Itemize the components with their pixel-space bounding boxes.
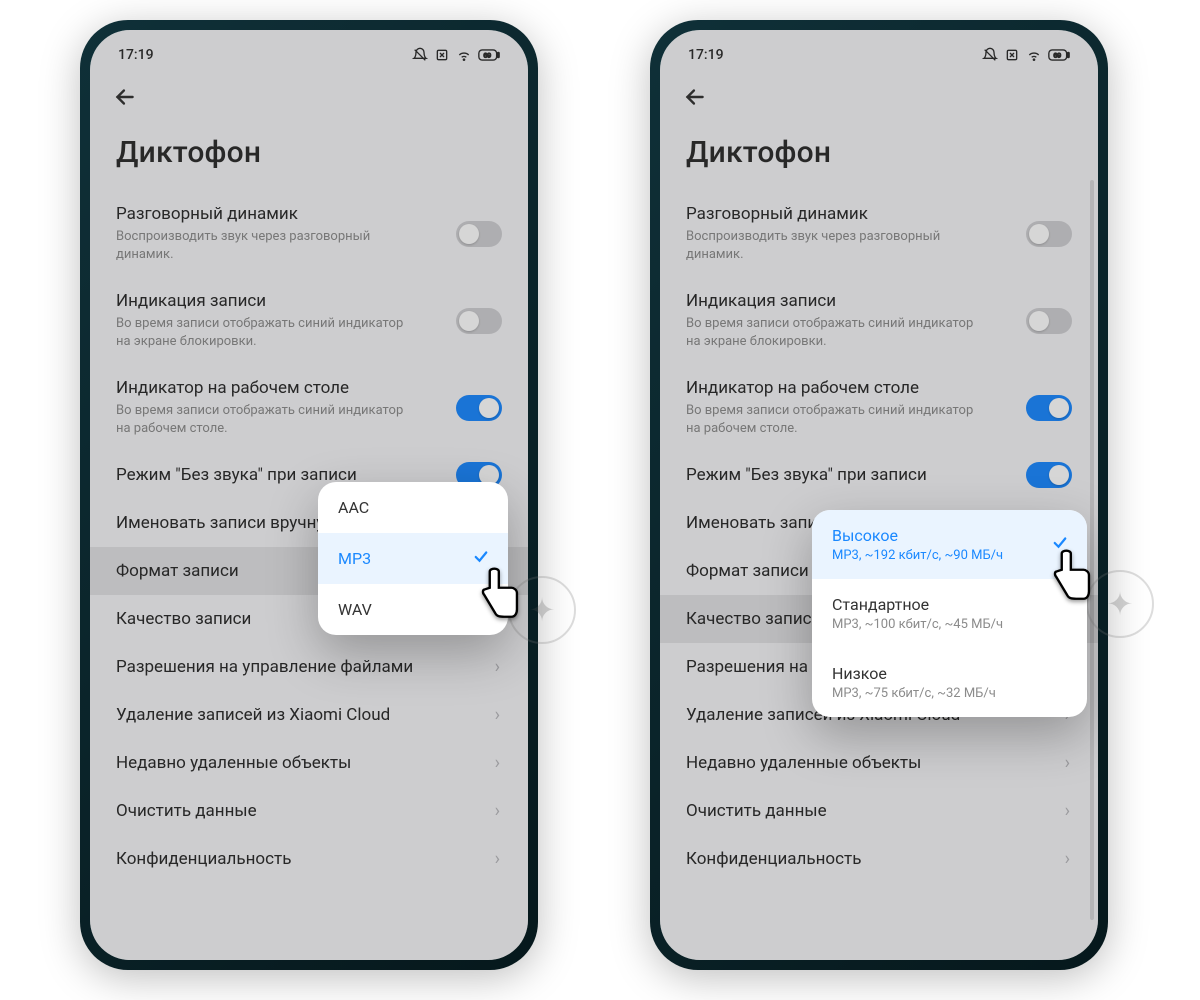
battery-icon: 69: [478, 48, 500, 62]
option-label: AAC: [338, 498, 369, 517]
option-sub: MP3, ~75 кбит/с, ~32 МБ/ч: [832, 686, 1067, 701]
row-home-indicator[interactable]: Индикатор на рабочем столе Во время запи…: [660, 364, 1098, 451]
status-time: 17:19: [688, 47, 724, 63]
chevron-right-icon: ›: [495, 657, 500, 678]
row-permissions[interactable]: Разрешения на управление файлами ›: [90, 643, 528, 691]
back-icon[interactable]: [682, 84, 708, 117]
row-label: Недавно удаленные объекты: [116, 753, 502, 773]
option-label: WAV: [338, 600, 372, 619]
option-label: Низкое: [832, 664, 1067, 683]
row-sub: Воспроизводить звук через разговорный ди…: [686, 228, 986, 263]
row-silent[interactable]: Режим "Без звука" при записи: [660, 451, 1098, 499]
toggle-off[interactable]: [1026, 221, 1072, 247]
phone-left: 17:19 69: [80, 20, 538, 970]
chevron-right-icon: ›: [1065, 849, 1070, 870]
row-sub: Во время записи отображать синий индикат…: [116, 402, 416, 437]
chevron-right-icon: ›: [1065, 753, 1070, 774]
row-clear-data[interactable]: Очистить данные ›: [660, 787, 1098, 835]
svg-text:69: 69: [1054, 53, 1062, 60]
rotate-lock-icon: [434, 47, 450, 63]
row-privacy[interactable]: Конфиденциальность ›: [660, 835, 1098, 883]
row-trash[interactable]: Недавно удаленные объекты ›: [90, 739, 528, 787]
chevron-right-icon: ›: [495, 753, 500, 774]
row-label: Индикация записи: [686, 291, 1072, 311]
rotate-lock-icon: [1004, 47, 1020, 63]
battery-icon: 69: [1048, 48, 1070, 62]
row-label: Разговорный динамик: [686, 204, 1072, 224]
row-sub: Во время записи отображать синий индикат…: [686, 402, 986, 437]
row-rec-indicator[interactable]: Индикация записи Во время записи отображ…: [90, 277, 528, 364]
format-option-aac[interactable]: AAC: [318, 482, 508, 533]
row-clear-data[interactable]: Очистить данные ›: [90, 787, 528, 835]
row-cloud-delete[interactable]: Удаление записей из Xiaomi Cloud ›: [90, 691, 528, 739]
chevron-right-icon: ›: [495, 801, 500, 822]
option-label: Стандартное: [832, 595, 1067, 614]
page-title: Диктофон: [660, 117, 1098, 190]
row-home-indicator[interactable]: Индикатор на рабочем столе Во время запи…: [90, 364, 528, 451]
row-rec-indicator[interactable]: Индикация записи Во время записи отображ…: [660, 277, 1098, 364]
chevron-right-icon: ›: [495, 849, 500, 870]
row-label: Индикатор на рабочем столе: [686, 378, 1072, 398]
wifi-icon: [456, 47, 472, 63]
row-sub: Во время записи отображать синий индикат…: [116, 315, 416, 350]
toggle-on[interactable]: [1026, 395, 1072, 421]
row-label: Индикация записи: [116, 291, 502, 311]
row-label: Конфиденциальность: [116, 849, 502, 869]
row-label: Разрешения на управление файлами: [116, 657, 502, 677]
row-label: Очистить данные: [116, 801, 502, 821]
back-area: [90, 70, 528, 117]
row-label: Удаление записей из Xiaomi Cloud: [116, 705, 502, 725]
row-earpiece[interactable]: Разговорный динамик Воспроизводить звук …: [90, 190, 528, 277]
dnd-icon: [412, 47, 428, 63]
quality-option-low[interactable]: Низкое MP3, ~75 кбит/с, ~32 МБ/ч: [812, 648, 1087, 717]
row-sub: Воспроизводить звук через разговорный ди…: [116, 228, 416, 263]
chevron-right-icon: ›: [495, 705, 500, 726]
row-label: Очистить данные: [686, 801, 1072, 821]
screen: 17:19 69: [90, 30, 528, 960]
row-label: Разговорный динамик: [116, 204, 502, 224]
row-label: Конфиденциальность: [686, 849, 1072, 869]
status-time: 17:19: [118, 47, 154, 63]
svg-text:69: 69: [484, 53, 492, 60]
back-icon[interactable]: [112, 84, 138, 117]
option-label: Высокое: [832, 526, 1067, 545]
page-title: Диктофон: [90, 117, 528, 190]
screen: 17:19 69: [660, 30, 1098, 960]
toggle-on[interactable]: [1026, 462, 1072, 488]
row-label: Режим "Без звука" при записи: [686, 465, 1072, 485]
row-trash[interactable]: Недавно удаленные объекты ›: [660, 739, 1098, 787]
toggle-off[interactable]: [1026, 308, 1072, 334]
row-earpiece[interactable]: Разговорный динамик Воспроизводить звук …: [660, 190, 1098, 277]
wifi-icon: [1026, 47, 1042, 63]
option-label: MP3: [338, 549, 371, 568]
toggle-on[interactable]: [456, 395, 502, 421]
toggle-off[interactable]: [456, 308, 502, 334]
option-sub: MP3, ~192 кбит/с, ~90 МБ/ч: [832, 548, 1067, 563]
dnd-icon: [982, 47, 998, 63]
status-bar: 17:19 69: [90, 30, 528, 70]
row-label: Недавно удаленные объекты: [686, 753, 1072, 773]
row-privacy[interactable]: Конфиденциальность ›: [90, 835, 528, 883]
option-sub: MP3, ~100 кбит/с, ~45 МБ/ч: [832, 617, 1067, 632]
toggle-off[interactable]: [456, 221, 502, 247]
row-label: Индикатор на рабочем столе: [116, 378, 502, 398]
quality-popup: Высокое MP3, ~192 кбит/с, ~90 МБ/ч Станд…: [812, 510, 1087, 717]
status-bar: 17:19 69: [660, 30, 1098, 70]
chevron-right-icon: ›: [1065, 801, 1070, 822]
cursor-icon: [468, 566, 526, 624]
back-area: [660, 70, 1098, 117]
cursor-icon: [1040, 548, 1098, 606]
row-sub: Во время записи отображать синий индикат…: [686, 315, 986, 350]
phone-right: 17:19 69: [650, 20, 1108, 970]
